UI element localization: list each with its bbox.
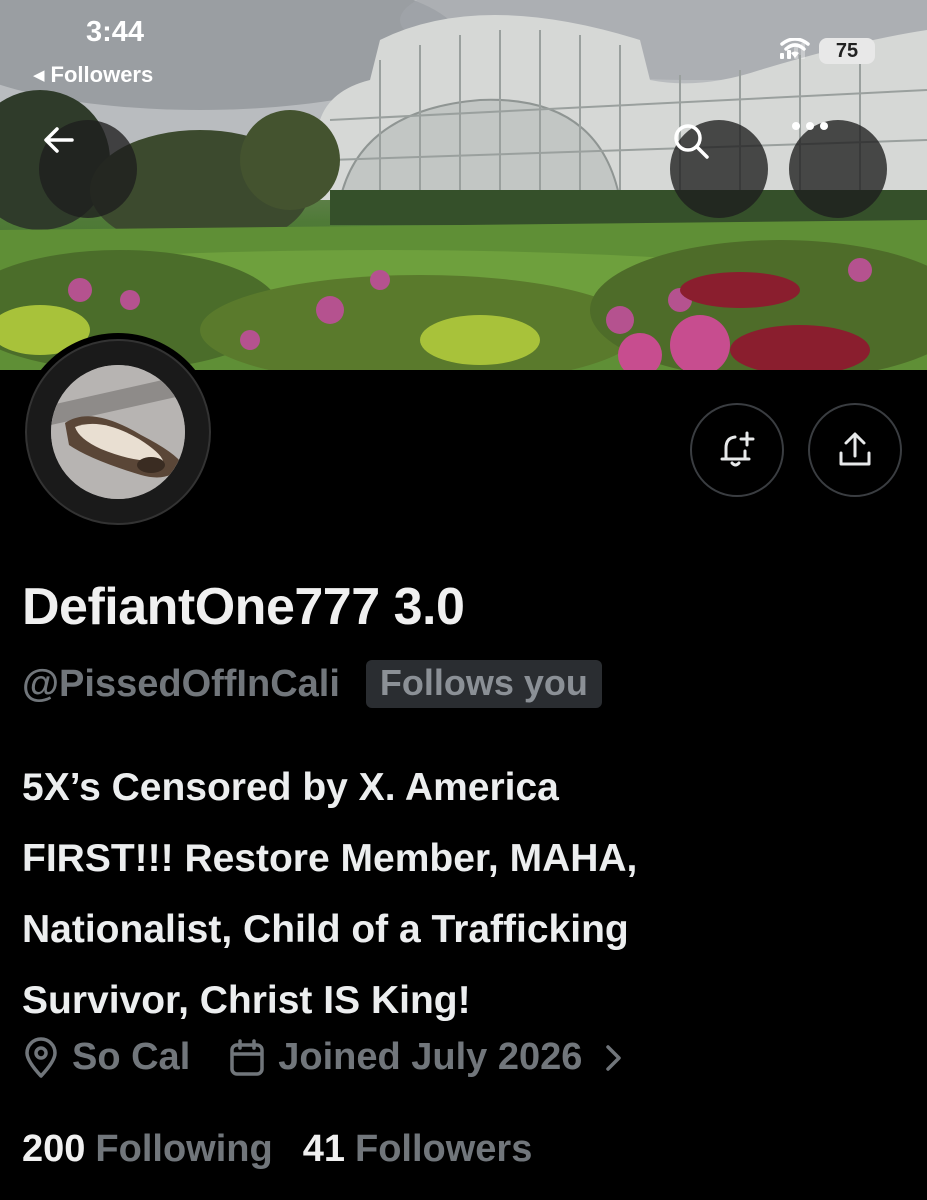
display-name: DefiantOne777 3.0 [22,578,465,636]
handle-row: @PissedOffInCali Follows you [22,660,602,708]
joined-date: Joined July 2026 [278,1036,583,1078]
back-triangle-icon: ◀ [33,67,45,84]
following-count[interactable]: 200 [22,1128,85,1171]
more-button[interactable] [789,120,887,218]
share-button[interactable] [808,403,902,497]
back-button[interactable] [39,120,137,218]
search-button[interactable] [670,120,768,218]
status-back-label: Followers [50,62,154,87]
bell-plus-icon [720,431,755,467]
avatar[interactable] [19,333,217,531]
bio-line: Survivor, Christ IS King! [22,979,471,1022]
notify-button[interactable] [690,403,784,497]
profile-bio: 5X’s Censored by X. America FIRST!!! Res… [22,752,902,1036]
calendar-icon [230,1038,264,1076]
user-handle: @PissedOffInCali [22,662,340,705]
follow-stats: 200 Following 41 Followers [22,1128,532,1171]
more-icon [792,122,828,130]
status-time: 3:44 [86,16,145,48]
share-icon [839,432,871,466]
wifi-icon [780,38,810,58]
arrow-left-icon [44,127,74,153]
profile-banner[interactable]: 3:44 ◀ Followers 75 [0,0,927,370]
location-pin-icon [25,1036,57,1078]
follows-you-badge: Follows you [365,660,602,708]
following-label[interactable]: Following [95,1128,272,1171]
followers-count[interactable]: 41 [303,1128,345,1171]
followers-label[interactable]: Followers [355,1128,532,1171]
bio-line: 5X’s Censored by X. America [22,766,559,809]
avatar-image [51,365,185,499]
bio-line: FIRST!!! Restore Member, MAHA, [22,837,638,880]
shoe-image [51,365,185,499]
battery-indicator: 75 [819,38,875,64]
chevron-right-icon[interactable] [598,1041,628,1075]
status-back-link[interactable]: ◀ Followers [33,62,153,88]
location-text: So Cal [72,1036,191,1078]
avatar-frame [25,339,211,525]
profile-meta: So Cal Joined July 2026 [22,1036,640,1079]
search-icon [674,124,709,159]
status-indicators: 75 [780,38,875,64]
bio-line: Nationalist, Child of a Trafficking [22,908,629,951]
